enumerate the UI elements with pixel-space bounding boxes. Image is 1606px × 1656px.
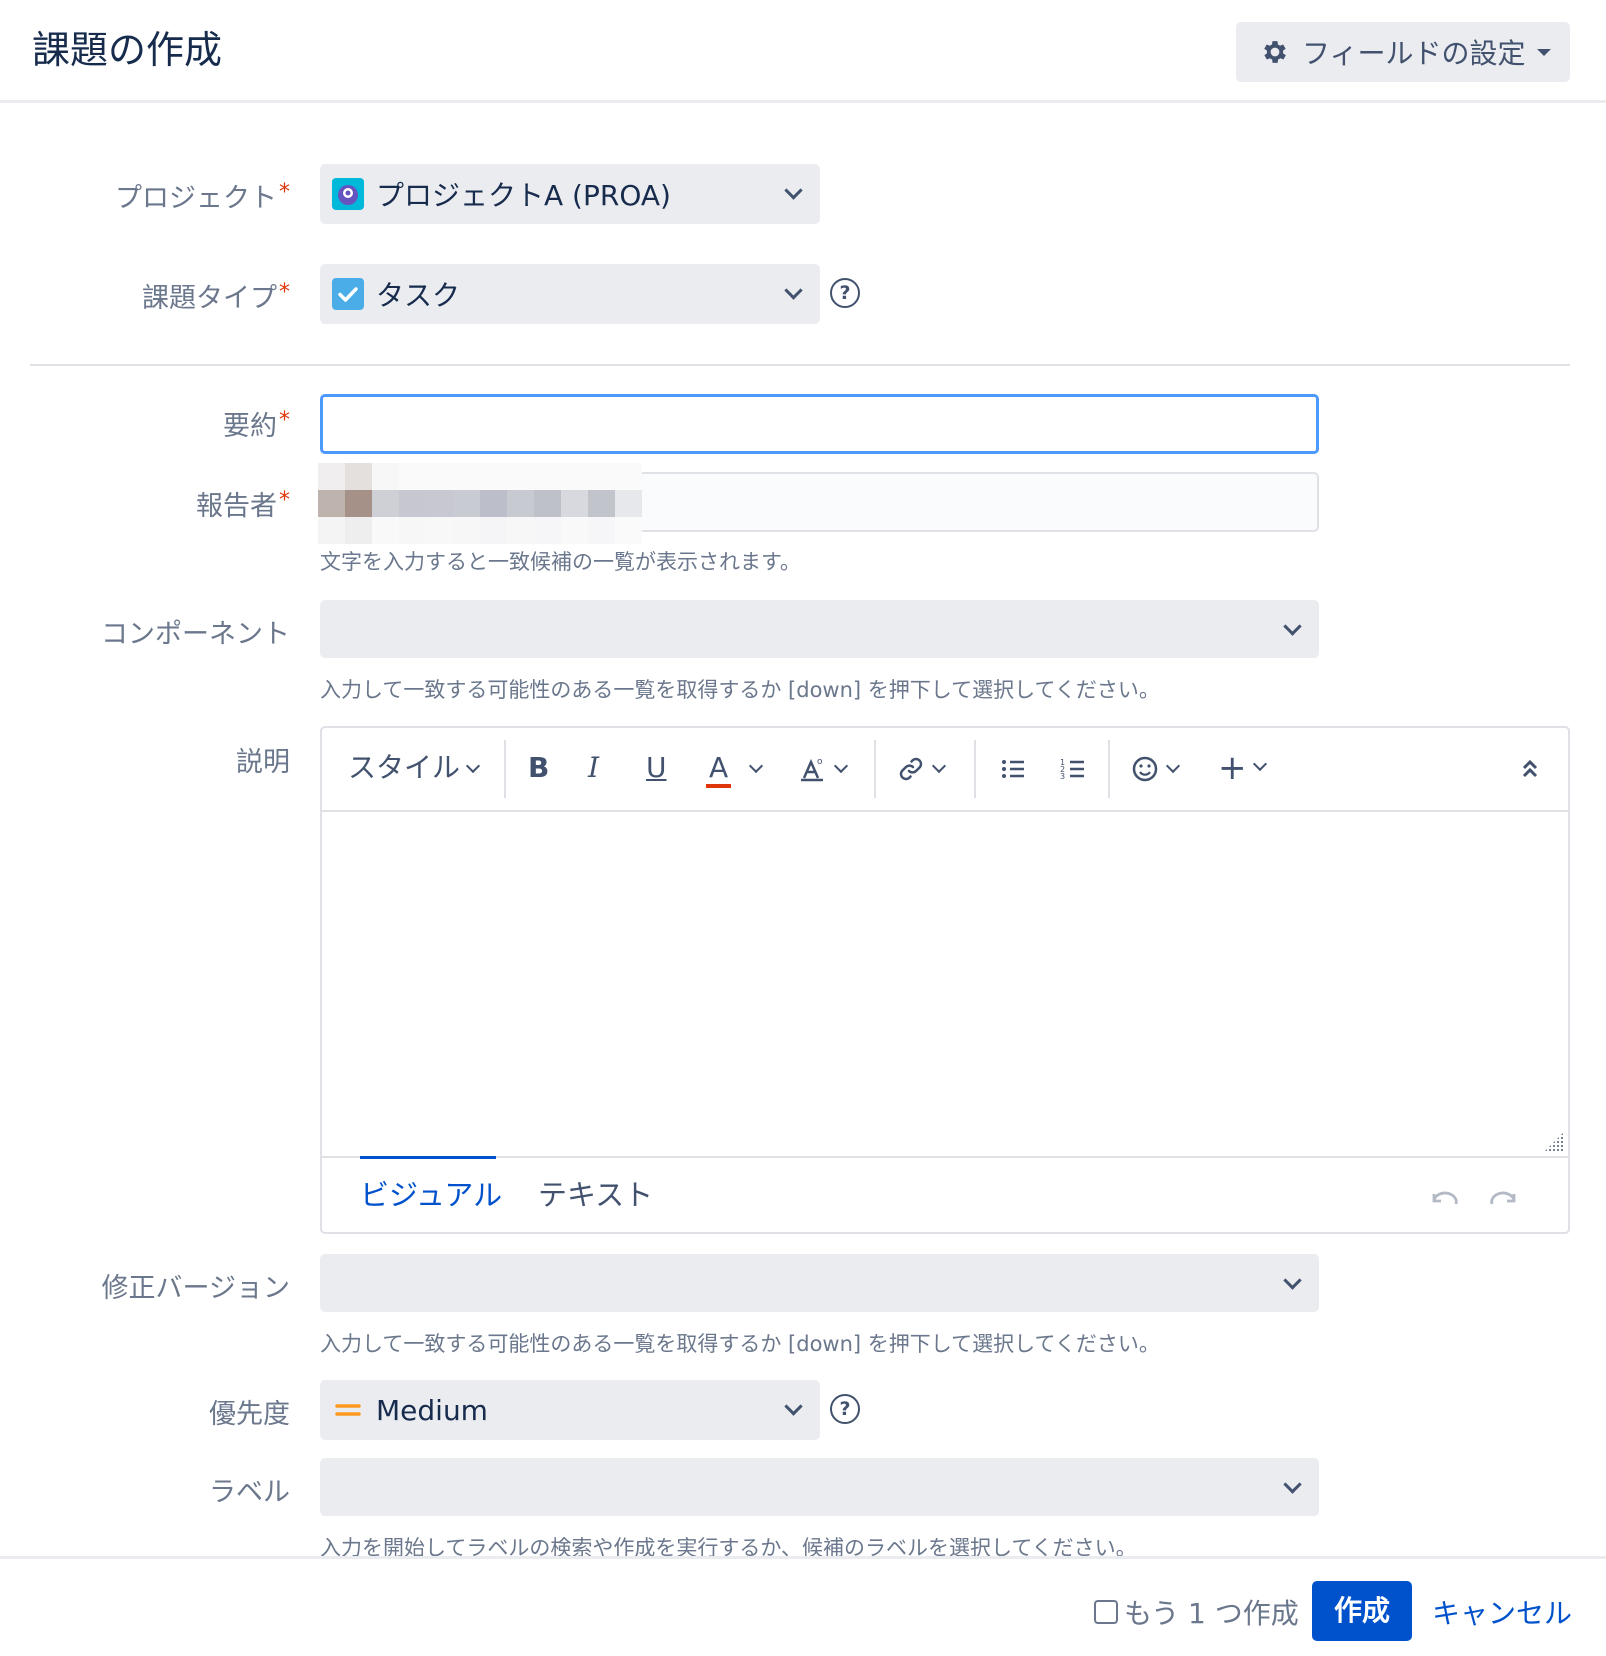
- collapse-toolbar-icon[interactable]: [1518, 748, 1542, 788]
- required-mark: *: [279, 280, 290, 305]
- priority-select[interactable]: Medium: [320, 1380, 820, 1440]
- required-mark: *: [279, 488, 290, 513]
- description-label: 説明: [236, 747, 290, 778]
- required-mark: *: [279, 408, 290, 433]
- reporter-label: 報告者*: [196, 488, 290, 522]
- priority-medium-icon: [335, 1404, 361, 1416]
- description-editor[interactable]: スタイル B I U A o 123 + ビジュアル テキスト: [320, 726, 1570, 1234]
- numbered-list-icon[interactable]: 123: [1058, 748, 1088, 788]
- caret-down-icon: [1537, 48, 1552, 56]
- tab-visual[interactable]: ビジュアル: [360, 1172, 502, 1214]
- component-label: コンポーネント: [101, 619, 290, 650]
- summary-input[interactable]: [320, 394, 1319, 454]
- chevron-down-icon: [1283, 617, 1302, 636]
- task-checkbox-icon: [332, 278, 364, 310]
- emoji-icon[interactable]: [1130, 748, 1181, 788]
- link-icon[interactable]: [896, 748, 947, 788]
- bullet-list-icon[interactable]: [998, 748, 1028, 788]
- svg-text:3: 3: [1060, 772, 1065, 781]
- component-select[interactable]: [320, 600, 1319, 658]
- text-effects-icon[interactable]: o: [798, 748, 849, 788]
- toolbar-separator: [974, 740, 976, 798]
- fix-version-label: 修正バージョン: [101, 1273, 290, 1304]
- editor-mode-tabs: ビジュアル テキスト: [322, 1156, 1568, 1236]
- field-settings-label: フィールドの設定: [1302, 37, 1526, 70]
- project-value: プロジェクトA (PROA): [376, 179, 671, 212]
- issue-type-label: 課題タイプ*: [142, 280, 290, 314]
- svg-text:o: o: [817, 757, 823, 767]
- issue-type-select[interactable]: タスク: [320, 264, 820, 324]
- project-label: プロジェクト*: [115, 180, 290, 214]
- field-settings-button[interactable]: フィールドの設定: [1236, 22, 1570, 82]
- gear-icon: [1264, 41, 1286, 63]
- editor-toolbar: スタイル B I U A o 123 +: [322, 728, 1568, 812]
- text-color-icon[interactable]: A: [706, 748, 764, 788]
- italic-icon[interactable]: I: [588, 748, 599, 788]
- dialog-title: 課題の作成: [32, 28, 223, 72]
- tab-text[interactable]: テキスト: [538, 1172, 653, 1214]
- labels-label: ラベル: [209, 1477, 290, 1508]
- chevron-down-icon: [784, 281, 803, 300]
- bold-icon[interactable]: B: [528, 748, 549, 788]
- chevron-down-icon: [784, 1397, 803, 1416]
- help-icon[interactable]: ?: [830, 1394, 860, 1424]
- underline-icon[interactable]: U: [646, 748, 667, 788]
- priority-label: 優先度: [209, 1399, 290, 1430]
- project-select[interactable]: プロジェクトA (PROA): [320, 164, 820, 224]
- toolbar-separator: [1108, 740, 1110, 798]
- section-divider: [30, 364, 1570, 366]
- reporter-hint: 文字を入力すると一致候補の一覧が表示されます。: [320, 550, 801, 574]
- summary-label: 要約*: [223, 408, 290, 442]
- active-tab-indicator: [360, 1156, 496, 1159]
- create-another-label[interactable]: もう 1 つ作成: [1124, 1592, 1299, 1632]
- toolbar-separator: [504, 740, 506, 798]
- insert-plus-icon[interactable]: +: [1218, 748, 1267, 788]
- issue-type-value: タスク: [376, 279, 461, 312]
- project-avatar-icon: [332, 178, 364, 210]
- help-icon[interactable]: ?: [830, 278, 860, 308]
- component-hint: 入力して一致する可能性のある一覧を取得するか [down] を押下して選択してく…: [320, 678, 1160, 702]
- undo-icon[interactable]: [1428, 1188, 1460, 1210]
- chevron-down-icon: [1283, 1271, 1302, 1290]
- cancel-link[interactable]: キャンセル: [1432, 1592, 1572, 1632]
- create-button[interactable]: 作成: [1312, 1581, 1412, 1641]
- redacted-reporter-name: [318, 463, 642, 545]
- chevron-down-icon: [1283, 1475, 1302, 1494]
- fix-version-hint: 入力して一致する可能性のある一覧を取得するか [down] を押下して選択してく…: [320, 1332, 1160, 1356]
- header-divider: [0, 100, 1606, 103]
- resize-handle-icon[interactable]: [1544, 1132, 1564, 1152]
- style-dropdown[interactable]: スタイル: [348, 748, 481, 788]
- create-another-checkbox[interactable]: [1094, 1600, 1118, 1624]
- priority-value: Medium: [376, 1393, 488, 1427]
- redo-icon[interactable]: [1488, 1188, 1520, 1210]
- footer-divider: [0, 1556, 1606, 1559]
- chevron-down-icon: [784, 181, 803, 200]
- fix-version-select[interactable]: [320, 1254, 1319, 1312]
- required-mark: *: [279, 180, 290, 205]
- labels-select[interactable]: [320, 1458, 1319, 1516]
- toolbar-separator: [874, 740, 876, 798]
